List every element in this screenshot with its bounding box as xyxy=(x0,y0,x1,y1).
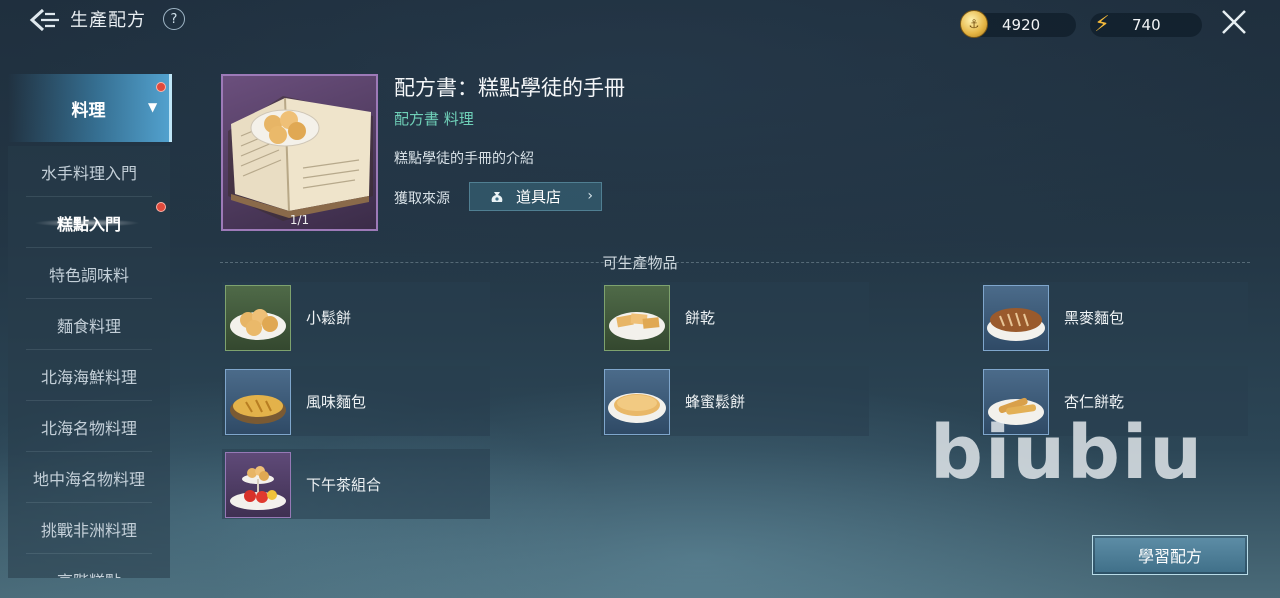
help-button[interactable]: ? xyxy=(163,8,185,30)
sidebar-item[interactable]: 北海海鮮料理 xyxy=(8,350,170,401)
chevron-down-icon: ▼ xyxy=(148,100,158,114)
back-button[interactable] xyxy=(28,6,62,34)
close-icon xyxy=(1222,10,1246,34)
sidebar-item[interactable]: 地中海名物料理 xyxy=(8,452,170,503)
shop-button-label: 道具店 xyxy=(516,188,562,206)
sidebar-item[interactable]: 北海名物料理 xyxy=(8,401,170,452)
source-label: 獲取來源 xyxy=(394,191,450,207)
product-name: 黑麥麵包 xyxy=(1064,309,1125,327)
back-arrow-icon xyxy=(29,8,59,32)
money-bag-icon xyxy=(490,190,504,204)
rye-bread-icon xyxy=(983,285,1049,351)
biscuit-icon xyxy=(604,285,670,351)
product-name: 小鬆餅 xyxy=(306,309,352,327)
afternoon-tea-icon xyxy=(225,452,291,518)
product-name: 下午茶組合 xyxy=(306,476,382,494)
product-item[interactable]: 餅乾 xyxy=(601,282,869,352)
product-name: 風味麵包 xyxy=(306,393,367,411)
sidebar-item[interactable]: 挑戰非洲料理 xyxy=(8,503,170,554)
sidebar-item-selected[interactable]: 糕點入門 xyxy=(8,197,170,248)
flavored-bread-icon xyxy=(225,369,291,435)
recipe-title: 配方書：糕點學徒的手冊 xyxy=(394,76,625,100)
product-item[interactable]: 蜂蜜鬆餅 xyxy=(601,366,869,436)
chevron-right-icon: › xyxy=(587,188,593,204)
energy-amount: 740 xyxy=(1132,16,1161,34)
close-button[interactable] xyxy=(1218,6,1250,38)
product-name: 蜂蜜鬆餅 xyxy=(685,393,746,411)
category-sidebar: 料理 ▼ 水手料理入門 糕點入門 特色調味料 麵食料理 北海海鮮料理 北海名物料… xyxy=(8,74,172,578)
sidebar-item[interactable]: 麵食料理 xyxy=(8,299,170,350)
recipe-book-image[interactable]: 1/1 xyxy=(221,74,378,231)
subcategory-list: 水手料理入門 糕點入門 特色調味料 麵食料理 北海海鮮料理 北海名物料理 地中海… xyxy=(8,146,170,578)
item-shop-button[interactable]: 道具店 › xyxy=(469,182,602,211)
learn-recipe-button[interactable]: 學習配方 xyxy=(1092,535,1248,575)
watermark: biubiu xyxy=(930,410,1205,496)
product-item[interactable]: 風味麵包 xyxy=(222,366,490,436)
open-book-icon xyxy=(228,96,373,221)
product-item[interactable]: 黑麥麵包 xyxy=(980,282,1248,352)
gold-coin-icon: ⚓ xyxy=(960,10,988,38)
notification-dot xyxy=(156,202,166,212)
muffin-icon xyxy=(225,285,291,351)
products-section-title: 可生產物品 xyxy=(0,252,1280,273)
book-count: 1/1 xyxy=(289,213,310,227)
category-tab-cooking[interactable]: 料理 ▼ xyxy=(8,74,172,142)
products-title-text: 可生產物品 xyxy=(602,254,678,272)
product-item[interactable]: 下午茶組合 xyxy=(222,449,490,519)
energy-counter: ⚡ 740 xyxy=(1090,12,1202,37)
page-title: 生產配方 xyxy=(70,10,146,31)
recipe-description: 糕點學徒的手冊的介紹 xyxy=(394,151,534,167)
notification-dot xyxy=(156,82,166,92)
lightning-icon: ⚡ xyxy=(1094,11,1110,37)
coin-counter: ⚓ 4920 xyxy=(960,10,1076,38)
product-name: 餅乾 xyxy=(685,309,716,327)
product-item[interactable]: 小鬆餅 xyxy=(222,282,490,352)
sidebar-item[interactable]: 水手料理入門 xyxy=(8,146,170,197)
category-label: 料理 xyxy=(71,101,106,121)
recipe-category: 配方書 料理 xyxy=(394,110,474,128)
product-name: 杏仁餅乾 xyxy=(1064,393,1125,411)
honey-pancake-icon xyxy=(604,369,670,435)
coin-amount: 4920 xyxy=(1002,16,1041,34)
sidebar-item[interactable]: 高階糕點 xyxy=(8,554,170,579)
